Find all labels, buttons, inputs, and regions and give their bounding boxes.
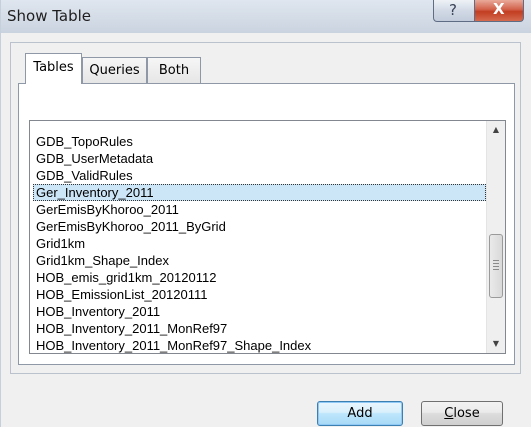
add-button[interactable]: Add	[317, 401, 403, 426]
list-item[interactable]: Grid1km_Shape_Index	[33, 252, 486, 269]
list-item[interactable]: GDB_ValidRules	[33, 167, 486, 184]
list-item[interactable]: HOB_Inventory_2011	[33, 303, 486, 320]
list-item[interactable]: GDB_UserMetadata	[33, 150, 486, 167]
list-item[interactable]: Ger_Inventory_2011	[33, 184, 486, 201]
window-close-button[interactable]: X	[474, 0, 524, 22]
list-item[interactable]: Grid1km	[33, 235, 486, 252]
help-button[interactable]: ?	[433, 0, 475, 22]
help-icon: ?	[449, 1, 457, 19]
tables-listbox[interactable]: GDB_TopoRules GDB_UserMetadata GDB_ValidRu…	[29, 120, 506, 354]
list-item[interactable]: HOB_Inventory_2011_MonRef97_Shape_Index	[33, 337, 486, 353]
close-button-mnemonic: C	[444, 406, 454, 421]
close-button[interactable]: Close	[421, 401, 503, 426]
show-table-dialog: Show Table ? X Tables Queries Both GDB_T…	[0, 0, 531, 427]
list-item[interactable]: GerEmisByKhoroo_2011	[33, 201, 486, 218]
scroll-up-arrow-icon[interactable]: ▲	[487, 121, 505, 139]
list-item[interactable]: GDB_TopoRules	[33, 133, 486, 150]
list-item[interactable]: HOB_EmissionList_20120111	[33, 286, 486, 303]
window-title: Show Table	[7, 7, 92, 25]
title-bar[interactable]: Show Table ? X	[1, 0, 531, 33]
tab-queries[interactable]: Queries	[82, 57, 147, 84]
grip-icon	[493, 260, 499, 271]
scroll-down-arrow-icon[interactable]: ▼	[487, 335, 505, 353]
tab-tables[interactable]: Tables	[25, 53, 82, 84]
close-icon: X	[493, 0, 505, 18]
list-item[interactable]: HOB_Inventory_2011_MonRef97	[33, 320, 486, 337]
dialog-body: Tables Queries Both GDB_TopoRules GDB_Use…	[1, 33, 531, 427]
tab-both[interactable]: Both	[147, 57, 201, 84]
list-item[interactable]: HOB_emis_grid1km_20120112	[33, 269, 486, 286]
close-button-label: lose	[453, 406, 480, 421]
vertical-scrollbar[interactable]: ▲ ▼	[486, 121, 505, 353]
scroll-thumb[interactable]	[489, 234, 503, 299]
list-item[interactable]: GerEmisByKhoroo_2011_ByGrid	[33, 218, 486, 235]
